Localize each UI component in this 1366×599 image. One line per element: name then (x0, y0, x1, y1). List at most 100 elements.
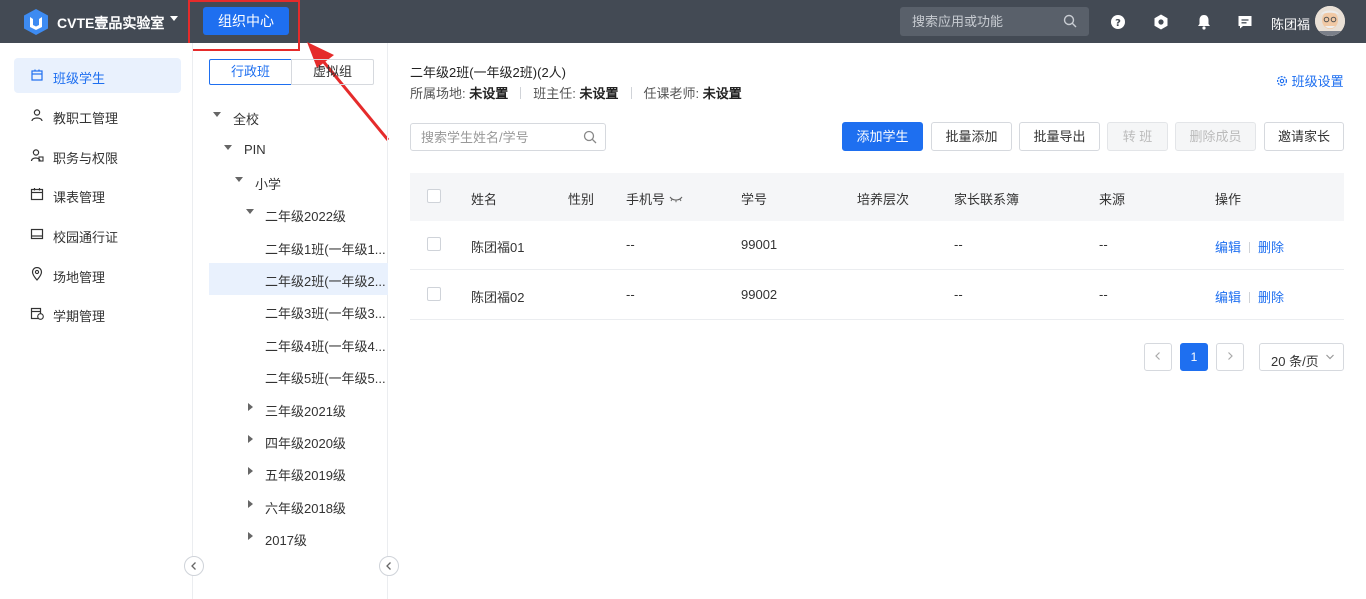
tree-node-label: 二年级3班(一年级3... (265, 306, 386, 321)
tree-node-label: 2017级 (265, 533, 307, 548)
global-search[interactable] (900, 7, 1089, 36)
cell-source: -- (1099, 287, 1108, 302)
edit-link[interactable]: 编辑 (1215, 240, 1241, 255)
sidebar-item-class-students[interactable]: 班级学生 (14, 58, 181, 93)
page-size-select[interactable]: 20 条/页 (1259, 343, 1344, 371)
tab-admin-class[interactable]: 行政班 (209, 59, 292, 85)
prev-page-button[interactable] (1144, 343, 1172, 371)
tree-node-label: 三年级2021级 (265, 404, 346, 419)
tree-node-label: 全校 (233, 112, 260, 127)
user-name[interactable]: 陈团福 (1271, 14, 1310, 33)
tree-node-label: PIN (244, 142, 266, 157)
tree-node-label: 四年级2020级 (265, 436, 346, 451)
sidebar-item-staff[interactable]: 教职工管理 (14, 98, 181, 133)
batch-export-button[interactable]: 批量导出 (1019, 122, 1100, 151)
caret-right-icon[interactable] (248, 435, 253, 443)
app-switch-caret-icon[interactable] (170, 16, 178, 21)
cell-parent-contact: -- (954, 287, 963, 302)
batch-add-button[interactable]: 批量添加 (931, 122, 1012, 151)
caret-down-icon[interactable] (235, 177, 243, 182)
sidebar-item-roles[interactable]: 职务与权限 (14, 138, 181, 173)
cell-student-id: 99001 (741, 237, 778, 252)
person-icon (31, 109, 43, 122)
delete-link[interactable]: 删除 (1258, 290, 1284, 305)
tree-node-grade4[interactable]: 四年级2020级 (209, 425, 389, 457)
delete-member-button[interactable]: 删除成员 (1175, 122, 1256, 151)
class-settings-link[interactable]: 班级设置 (1276, 71, 1344, 90)
student-search-input[interactable] (411, 124, 605, 150)
row-checkbox[interactable] (427, 237, 441, 251)
svg-text:?: ? (1115, 18, 1121, 29)
chevron-left-icon (1155, 352, 1160, 360)
user-avatar[interactable] (1315, 6, 1345, 36)
sidebar-item-campus-pass[interactable]: 校园通行证 (14, 217, 181, 252)
eye-closed-icon[interactable] (669, 194, 683, 204)
cell-actions: 编辑 删除 (1215, 287, 1284, 306)
tree-node-grade2[interactable]: 二年级2022级 (209, 198, 389, 230)
tree-node-grade3[interactable]: 三年级2021级 (209, 393, 389, 425)
edit-link[interactable]: 编辑 (1215, 290, 1241, 305)
col-phone: 手机号 (626, 189, 683, 208)
sidebar-item-venues[interactable]: 场地管理 (14, 257, 181, 292)
col-phone-label: 手机号 (626, 192, 666, 207)
table-header: 姓名 性别 手机号 学号 培养层次 家长联系簿 来源 操作 (410, 173, 1344, 221)
term-icon (30, 307, 44, 320)
help-icon[interactable]: ? (1109, 13, 1127, 31)
sidebar-item-label: 校园通行证 (53, 230, 119, 245)
tree-node-2017[interactable]: 2017级 (209, 522, 389, 554)
student-search[interactable] (410, 123, 606, 151)
caret-down-icon[interactable] (246, 209, 254, 214)
caret-down-icon[interactable] (213, 112, 221, 117)
tree-node-class[interactable]: 二年级4班(一年级4... (209, 328, 389, 360)
row-checkbox[interactable] (427, 287, 441, 301)
add-student-button[interactable]: 添加学生 (842, 122, 923, 151)
search-icon[interactable] (1063, 14, 1077, 28)
sidebar-item-label: 场地管理 (53, 270, 106, 285)
chevron-down-icon (1326, 354, 1334, 360)
page-number-button[interactable]: 1 (1180, 343, 1208, 371)
global-search-input[interactable] (900, 7, 1089, 36)
tree-node-label: 小学 (255, 177, 282, 192)
venue-value: 未设置 (469, 86, 509, 101)
page-size-value: 20 条/页 (1271, 354, 1319, 369)
app-logo-icon[interactable] (24, 9, 48, 35)
select-all-checkbox[interactable] (427, 189, 441, 203)
next-page-button[interactable] (1216, 343, 1244, 371)
tree-node-school[interactable]: 全校 (209, 101, 389, 133)
sidebar-item-label: 学期管理 (53, 309, 106, 324)
caret-right-icon[interactable] (248, 403, 253, 411)
tree-node-grade6[interactable]: 六年级2018级 (209, 490, 389, 522)
app-title[interactable]: CVTE壹品实验室 (57, 13, 164, 33)
caret-down-icon[interactable] (224, 145, 232, 150)
col-gender: 性别 (568, 192, 595, 207)
tab-virtual-group[interactable]: 虚拟组 (291, 59, 374, 85)
col-source: 来源 (1099, 192, 1126, 207)
col-actions: 操作 (1215, 192, 1242, 207)
invite-parent-button[interactable]: 邀请家长 (1264, 122, 1344, 151)
tree-node-class[interactable]: 二年级1班(一年级1... (209, 231, 389, 263)
caret-right-icon[interactable] (248, 532, 253, 540)
head-teacher-value: 未设置 (579, 86, 619, 101)
sidebar-item-label: 课表管理 (53, 190, 106, 205)
col-parent-contact: 家长联系簿 (954, 192, 1020, 207)
tree-node-grade5[interactable]: 五年级2019级 (209, 457, 389, 489)
tree-node-pin[interactable]: PIN (209, 134, 389, 166)
message-icon[interactable] (1236, 13, 1254, 31)
sidebar-item-label: 班级学生 (53, 71, 106, 86)
teacher-label: 任课老师: (643, 86, 700, 101)
transfer-class-button[interactable]: 转 班 (1107, 122, 1168, 151)
tree-node-primary[interactable]: 小学 (209, 166, 389, 198)
tree-node-class-selected[interactable]: 二年级2班(一年级2... (209, 263, 388, 295)
search-icon[interactable] (583, 130, 597, 144)
delete-link[interactable]: 删除 (1258, 240, 1284, 255)
notification-bell-icon[interactable] (1195, 13, 1213, 31)
left-sidebar: 班级学生 教职工管理 职务与权限 课表管理 校园通行证 场地管理 学期管理 (0, 43, 204, 599)
sidebar-item-terms[interactable]: 学期管理 (14, 296, 181, 331)
settings-hex-icon[interactable] (1152, 13, 1170, 31)
caret-right-icon[interactable] (248, 500, 253, 508)
sidebar-item-timetable[interactable]: 课表管理 (14, 177, 181, 212)
tree-node-class[interactable]: 二年级5班(一年级5... (209, 360, 389, 392)
action-divider (1249, 292, 1251, 303)
caret-right-icon[interactable] (248, 467, 253, 475)
tree-node-class[interactable]: 二年级3班(一年级3... (209, 295, 389, 327)
